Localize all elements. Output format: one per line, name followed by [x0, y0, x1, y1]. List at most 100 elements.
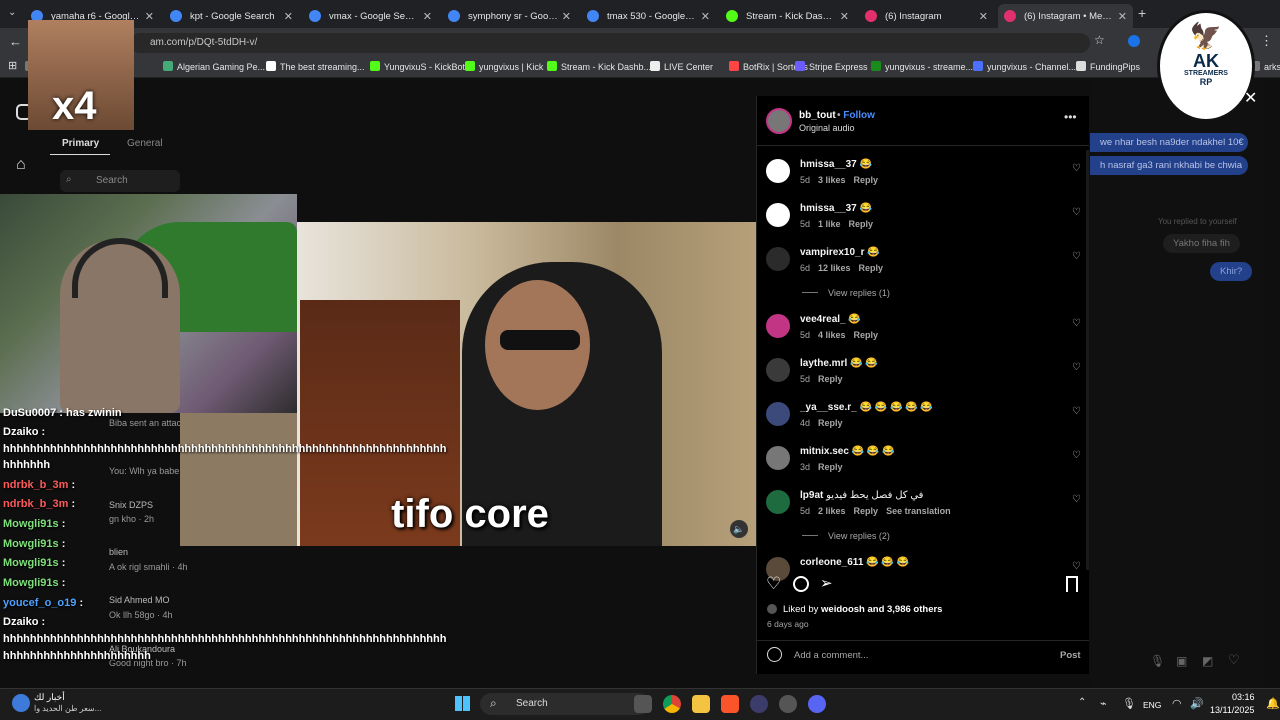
bookmark-item[interactable]: The best streaming...	[266, 61, 365, 72]
bookmark-item[interactable]: yungvixus | Kick	[465, 61, 543, 72]
close-icon[interactable]: ✕	[1244, 88, 1257, 108]
save-icon[interactable]	[1066, 576, 1078, 592]
mic-icon[interactable]: 🎙	[1150, 654, 1165, 668]
bookmark-star-icon[interactable]: ☆	[1094, 33, 1105, 47]
like-icon[interactable]: ♡	[766, 574, 781, 594]
image-icon[interactable]: ▣	[1176, 654, 1187, 668]
chat-username[interactable]: Mowgli91s	[3, 518, 59, 530]
comment-user[interactable]: hmissa__37 😂	[800, 159, 872, 170]
view-replies-button[interactable]: View replies (1)	[802, 288, 890, 298]
back-icon[interactable]: ←	[9, 34, 22, 49]
comment-like-icon[interactable]: ♡	[1072, 362, 1081, 373]
app-icon[interactable]	[750, 695, 768, 713]
browser-tab[interactable]: (6) Instagram • Messages ✕	[998, 4, 1133, 28]
comment-like-icon[interactable]: ♡	[1072, 450, 1081, 461]
chat-username[interactable]: youcef_o_o19	[3, 597, 76, 609]
task-view-icon[interactable]	[634, 695, 652, 713]
dm-search-box[interactable]: ⌕ Search	[60, 170, 180, 192]
taskbar-search[interactable]: ⌕ Search	[480, 693, 650, 715]
author-avatar[interactable]	[766, 108, 792, 134]
comment-likes[interactable]: 2 likes	[818, 506, 846, 516]
tab-close-icon[interactable]: ✕	[284, 10, 293, 23]
comment-avatar[interactable]	[766, 358, 790, 382]
comment-username[interactable]: corleone_611	[800, 557, 863, 568]
comment-likes[interactable]: 3 likes	[818, 175, 846, 185]
comment-like-icon[interactable]: ♡	[1072, 494, 1081, 505]
mic-tray-icon[interactable]: 🎙	[1122, 697, 1136, 710]
bookmark-item[interactable]: Algerian Gaming Pe...	[163, 61, 265, 72]
comment-user[interactable]: lp9at في كل فصل يحط فيديو	[800, 490, 923, 501]
discord-icon[interactable]	[808, 695, 826, 713]
comment-username[interactable]: laythe.mrl	[800, 358, 847, 369]
weather-widget-icon[interactable]	[12, 694, 30, 712]
comment-icon[interactable]	[793, 576, 809, 592]
more-options-icon[interactable]: •••	[1064, 110, 1077, 124]
browser-tab[interactable]: Stream - Kick Dashboard ✕	[720, 4, 855, 28]
comment-username[interactable]: lp9at	[800, 490, 823, 501]
comment-username[interactable]: vee4real_	[800, 314, 846, 325]
chat-username[interactable]: ndrbk_b_3m	[3, 498, 68, 510]
chat-username[interactable]: Mowgli91s	[3, 538, 59, 550]
mute-icon[interactable]: 🔈	[730, 520, 748, 538]
reply-button[interactable]: Reply	[818, 418, 843, 428]
comment-likes[interactable]: 4 likes	[818, 330, 846, 340]
reply-button[interactable]: Reply	[854, 506, 879, 516]
tab-close-icon[interactable]: ✕	[145, 10, 154, 23]
comment-likes[interactable]: 1 like	[818, 219, 841, 229]
new-tab-icon[interactable]: +	[1138, 5, 1146, 21]
url-field[interactable]: am.com/p/DQt-5tdDH-v/	[130, 33, 1090, 53]
liked-by-user[interactable]: weidoosh	[821, 604, 865, 615]
tab-close-icon[interactable]: ✕	[1118, 10, 1127, 23]
comment-like-icon[interactable]: ♡	[1072, 251, 1081, 262]
comment-username[interactable]: _ya__sse.r_	[800, 402, 857, 413]
browser-tab[interactable]: symphony sr - Google Search ✕	[442, 4, 577, 28]
reply-button[interactable]: Reply	[849, 219, 874, 229]
comment-user[interactable]: laythe.mrl 😂 😂	[800, 358, 878, 369]
dm-tab-general[interactable]: General	[127, 138, 163, 149]
bookmark-item[interactable]: FundingPips	[1076, 61, 1140, 72]
language-indicator[interactable]: ENG	[1143, 700, 1161, 710]
volume-icon[interactable]: 🔊	[1190, 697, 1204, 710]
extension-icon[interactable]	[1128, 35, 1140, 47]
clock-time[interactable]: 03:16	[1232, 692, 1255, 702]
sticker-icon[interactable]: ◩	[1202, 654, 1213, 668]
reply-button[interactable]: Reply	[854, 330, 879, 340]
post-comment-button[interactable]: Post	[1060, 650, 1081, 661]
comment-avatar[interactable]	[766, 247, 790, 271]
dm-list-item-name[interactable]: blien	[109, 547, 128, 557]
comment-avatar[interactable]	[766, 203, 790, 227]
chat-username[interactable]: Mowgli91s	[3, 577, 59, 589]
brave-icon[interactable]	[721, 695, 739, 713]
bookmark-item[interactable]: YungvixuS - KickBot	[370, 61, 465, 72]
network-icon[interactable]: ⌁	[1100, 697, 1107, 710]
reply-button[interactable]: Reply	[854, 175, 879, 185]
tab-close-icon[interactable]: ✕	[562, 10, 571, 23]
comment-user[interactable]: vampirex10_r 😂	[800, 247, 880, 258]
comment-user[interactable]: vee4real_ 😂	[800, 314, 861, 325]
browser-tab[interactable]: vmax - Google Search ✕	[303, 4, 438, 28]
comment-like-icon[interactable]: ♡	[1072, 406, 1081, 417]
clock-date[interactable]: 13/11/2025	[1210, 705, 1254, 715]
heart-icon[interactable]: ♡	[1228, 652, 1240, 668]
share-icon[interactable]: ➢	[820, 574, 833, 592]
dm-list-item[interactable]: Biba sent an attach	[109, 418, 186, 428]
liked-by-line[interactable]: Liked by weidoosh and 3,986 others	[783, 604, 942, 615]
view-replies-button[interactable]: View replies (2)	[802, 531, 890, 541]
bookmark-item[interactable]: LIVE Center	[650, 61, 713, 72]
comment-username[interactable]: hmissa__37	[800, 203, 857, 214]
browser-tab[interactable]: tmax 530 - Google Search ✕	[581, 4, 716, 28]
post-author[interactable]: bb_tout	[799, 110, 836, 121]
tab-close-icon[interactable]: ✕	[423, 10, 432, 23]
comment-avatar[interactable]	[766, 159, 790, 183]
windows-start-icon[interactable]	[455, 696, 470, 711]
comment-likes[interactable]: 12 likes	[818, 263, 851, 273]
browser-tab[interactable]: kpt - Google Search ✕	[164, 4, 299, 28]
comment-avatar[interactable]	[766, 402, 790, 426]
bookmark-item[interactable]: yungvixus - streame...	[871, 61, 973, 72]
comment-username[interactable]: hmissa__37	[800, 159, 857, 170]
liked-by-others[interactable]: and 3,986 others	[867, 604, 942, 615]
emoji-icon[interactable]	[767, 647, 782, 662]
comment-like-icon[interactable]: ♡	[1072, 318, 1081, 329]
comment-user[interactable]: hmissa__37 😂	[800, 203, 872, 214]
menu-dots-icon[interactable]: ⋮	[1260, 33, 1273, 49]
